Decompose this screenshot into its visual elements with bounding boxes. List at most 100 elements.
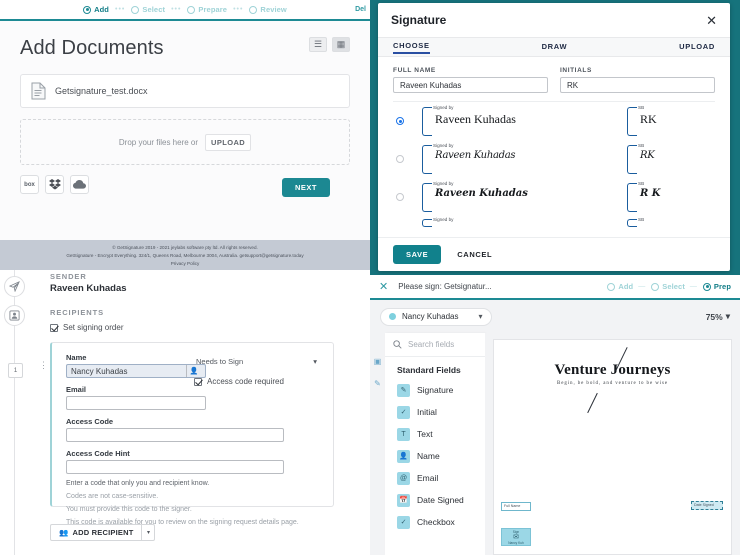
recipient-selector[interactable]: Nancy Kuhadas ▾ [380,307,492,326]
field-item-checkbox[interactable]: ✓ Checkbox [385,511,485,533]
full-name-input[interactable]: Raveen Kuhadas [393,77,548,93]
signature-icon: ✎ [397,383,410,397]
step-radio-icon [83,5,92,14]
full-name-placeholder[interactable]: Full Name [501,502,531,511]
field-item-date-signed[interactable]: 📅 Date Signed [385,489,485,511]
signature-options-list[interactable]: Signed by Raveen Kuhadas SB RK Signed by [393,101,715,237]
signing-step-select[interactable]: Select [651,282,685,291]
cancel-button[interactable]: CANCEL [457,250,492,259]
dropbox-icon [48,179,61,190]
wizard-dots: ••• [233,6,244,13]
file-dropzone[interactable]: Drop your files here or UPLOAD [20,119,350,165]
recipient-name-input[interactable]: Nancy Kuhadas 👤 [66,364,206,378]
fields-tool-icon[interactable]: ▣ [374,357,382,366]
access-code-hint-label: Access Code Hint [66,449,130,458]
recipients-panel: SENDER Raveen Kuhadas RECIPIENTS Set sig… [0,270,370,555]
initials-input[interactable]: RK [560,77,715,93]
access-code-required-checkbox[interactable] [194,377,202,386]
recipient-role-dropdown[interactable]: Needs to Sign ▾ [194,357,319,366]
field-item-initial[interactable]: ✓ Initial [385,401,485,423]
chevron-down-icon: ▾ [725,311,730,321]
box-source-button[interactable]: box [20,175,39,194]
signing-subbar: Nancy Kuhadas ▾ 75% ▾ [370,300,740,333]
footer-privacy-link[interactable]: Privacy Policy [0,260,370,268]
signing-body: ▣ ✎ Search fields Standard Fields ✎ Sign… [370,333,740,555]
field-item-email[interactable]: @ Email [385,467,485,489]
set-signing-order-row[interactable]: Set signing order [50,323,123,332]
close-icon[interactable]: ✕ [379,280,388,293]
signature-option-row[interactable]: Signed by Raveen Kuhadas SB R K [393,178,715,216]
text-icon: T [397,427,410,441]
tab-draw[interactable]: DRAW [542,42,568,53]
wizard-step-prepare[interactable]: Prepare [187,5,227,14]
access-code-required-row[interactable]: Access code required [194,377,319,386]
document-pane[interactable]: Venture Journeys Begin, be bold, and ven… [485,333,740,555]
help-line-1: Enter a code that only you and recipient… [66,480,210,487]
next-button[interactable]: NEXT [281,178,330,197]
initials-preview: SB [627,217,687,227]
footer-line-1: © GetSignature 2019 - 2021 jeylabs softw… [112,245,258,250]
initials-preview: SB RK [627,143,687,176]
signature-modal: Signature ✕ CHOOSE DRAW UPLOAD FULL NAME… [378,3,730,271]
search-fields-input[interactable]: Search fields [408,340,454,349]
field-item-signature[interactable]: ✎ Signature [385,379,485,401]
tab-upload[interactable]: UPLOAD [679,42,715,53]
wizard-right-link[interactable]: Del [355,6,366,13]
add-recipient-dropdown[interactable]: ▾ [141,525,154,540]
recipient-card: Name Nancy Kuhadas 👤 Email Access Code A… [50,342,334,526]
signing-step-add[interactable]: Add [607,282,633,291]
signature-option-radio[interactable] [396,117,404,125]
signature-option-row[interactable]: Signed by Raveen Kuhadas SB RK [393,102,715,140]
document-page[interactable]: Venture Journeys Begin, be bold, and ven… [493,339,732,555]
email-icon: @ [397,471,410,485]
signature-option-row-partial[interactable]: Signed by SB [393,216,715,227]
add-recipient-button[interactable]: 👥 ADD RECIPIENT ▾ [50,524,156,541]
tab-choose[interactable]: CHOOSE [393,41,430,54]
onedrive-source-button[interactable] [70,175,89,194]
wizard-dots: ••• [171,6,182,13]
signature-name-fields: FULL NAME Raveen Kuhadas INITIALS RK [378,57,730,93]
dropbox-source-button[interactable] [45,175,64,194]
signature-option-radio[interactable] [396,155,404,163]
access-code-input[interactable] [66,428,284,442]
signature-option-row[interactable]: Signed by Raveen Kuhadas SB RK [393,140,715,178]
signing-doc-title: Please sign: Getsignatur... [398,282,492,291]
list-view-button[interactable]: ☰ [309,37,327,52]
wizard-dash: — [689,283,698,290]
field-label: Date Signed [417,495,464,505]
signing-step-prepare[interactable]: Prep [702,282,731,291]
recipient-email-input[interactable] [66,396,206,410]
zoom-control[interactable]: 75% ▾ [706,311,730,322]
document-row[interactable]: Getsignature_test.docx [20,74,350,108]
access-code-hint-input[interactable] [66,460,284,474]
signature-preview: Signed by Raveen Kuhadas [422,143,547,176]
wizard-step-add[interactable]: Add [83,5,109,14]
view-toggle: ☰ ▦ [309,37,350,52]
full-name-label: FULL NAME [393,67,436,74]
pen-icon: ✉ [513,534,519,541]
wizard-step-review[interactable]: Review [249,5,287,14]
draw-tool-icon[interactable]: ✎ [374,379,381,388]
email-label: Email [66,385,87,394]
signed-by-tag: Signed by [433,142,454,148]
grid-view-button[interactable]: ▦ [332,37,350,52]
bracket-icon [422,144,432,174]
wizard-step-select[interactable]: Select [131,5,165,14]
upload-button[interactable]: UPLOAD [205,133,252,151]
field-item-text[interactable]: T Text [385,423,485,445]
save-button[interactable]: SAVE [393,245,442,264]
date-signed-placeholder[interactable]: Date Signed [691,501,723,510]
search-fields-row[interactable]: Search fields [385,333,485,357]
signing-order-checkbox[interactable] [50,323,58,332]
signature-option-radio[interactable] [396,193,404,201]
recipients-icon [9,310,20,321]
signature-chip-bottom: Nancy Kuh [508,541,524,545]
signed-by-tag: Signed by [433,217,454,222]
help-line-2: Codes are not case-sensitive. [66,492,159,500]
app-screen: Add ••• Select ••• Prepare ••• Review De… [0,0,740,555]
signature-modal-footer: SAVE CANCEL [378,237,730,271]
wizard-dash: — [638,283,647,290]
close-icon[interactable]: ✕ [706,14,717,27]
field-item-name[interactable]: 👤 Name [385,445,485,467]
signature-chip[interactable]: Sign ✉ Nancy Kuh [501,528,531,546]
